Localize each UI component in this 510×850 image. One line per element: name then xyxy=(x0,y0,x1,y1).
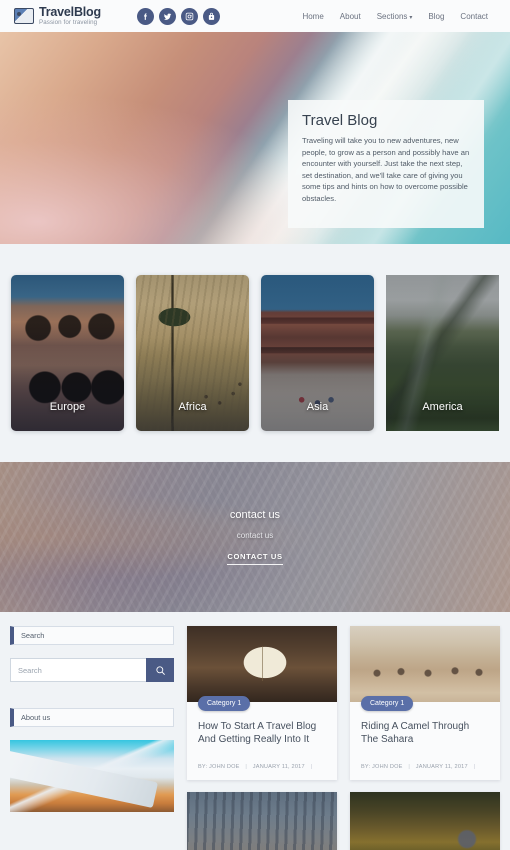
main-navigation: Home About Sections ▾ Blog Contact xyxy=(302,12,488,21)
facebook-icon[interactable] xyxy=(136,7,154,25)
destination-label: Asia xyxy=(306,401,329,413)
post-card[interactable] xyxy=(187,792,337,850)
chevron-down-icon: ▾ xyxy=(409,14,413,21)
brand-tagline: Passion for traveling xyxy=(39,18,98,26)
nav-item-sections[interactable]: Sections ▾ xyxy=(377,12,413,21)
brand-logo[interactable]: TravelBlog Passion for traveling xyxy=(14,6,101,26)
post-column-left: Category 1 How To Start A Travel Blog An… xyxy=(187,626,337,850)
camel-caravan-photo: Category 1 xyxy=(350,626,500,711)
destination-label: Africa xyxy=(178,401,207,413)
destination-card-america[interactable]: America xyxy=(386,275,499,431)
airplane-wing-photo xyxy=(10,740,174,812)
search-widget xyxy=(10,658,174,682)
blog-section: Search About us Category 1 How To Start … xyxy=(0,612,510,850)
nav-item-home[interactable]: Home xyxy=(302,12,323,21)
sidebar: Search About us xyxy=(10,626,174,850)
nav-item-contact[interactable]: Contact xyxy=(460,12,488,21)
post-card[interactable] xyxy=(350,792,500,850)
journal-photo: Category 1 xyxy=(187,626,337,711)
post-author: BY: JOHN DOE xyxy=(198,764,240,771)
destination-label: Europe xyxy=(49,401,86,413)
post-column-right: Category 1 Riding A Camel Through The Sa… xyxy=(350,626,500,850)
destination-card-africa[interactable]: Africa xyxy=(136,275,249,431)
logo-image-icon xyxy=(14,7,34,24)
forest-photo xyxy=(350,792,500,850)
destination-cards: Europe Africa Asia America xyxy=(0,244,510,462)
category-badge[interactable]: Category 1 xyxy=(361,696,414,711)
hero-text-card: Travel Blog Traveling will take you to n… xyxy=(288,100,484,228)
hero-title: Travel Blog xyxy=(302,112,378,129)
destination-label: America xyxy=(422,401,463,413)
youtube-icon[interactable] xyxy=(202,7,220,25)
category-badge[interactable]: Category 1 xyxy=(198,696,251,711)
contact-subheading: contact us xyxy=(236,531,274,540)
destination-card-asia[interactable]: Asia xyxy=(261,275,374,431)
post-meta: BY: JOHN DOE | JANUARY 11, 2017 | xyxy=(198,764,313,771)
nav-item-about[interactable]: About xyxy=(340,12,361,21)
destination-card-europe[interactable]: Europe xyxy=(11,275,124,431)
post-author: BY: JOHN DOE xyxy=(361,764,403,771)
post-date: JANUARY 11, 2017 xyxy=(252,764,305,771)
hero-description: Traveling will take you to new adventure… xyxy=(302,136,470,203)
post-meta: BY: JOHN DOE | JANUARY 11, 2017 | xyxy=(361,764,476,771)
instagram-icon[interactable] xyxy=(180,7,198,25)
hero-section: Travel Blog Traveling will take you to n… xyxy=(0,32,510,244)
post-card[interactable]: Category 1 How To Start A Travel Blog An… xyxy=(187,626,337,781)
search-input[interactable] xyxy=(10,658,146,682)
contact-heading: contact us xyxy=(229,509,281,521)
search-widget-title: Search xyxy=(10,626,174,645)
post-title[interactable]: How To Start A Travel Blog And Getting R… xyxy=(198,720,326,746)
search-button[interactable] xyxy=(146,658,174,682)
contact-section: contact us contact us CONTACT US xyxy=(0,462,510,612)
social-links xyxy=(136,7,220,25)
twitter-icon[interactable] xyxy=(158,7,176,25)
post-grid: Category 1 How To Start A Travel Blog An… xyxy=(187,626,500,850)
contact-us-button[interactable]: CONTACT US xyxy=(227,552,283,565)
about-widget-title: About us xyxy=(10,708,174,727)
post-card[interactable]: Category 1 Riding A Camel Through The Sa… xyxy=(350,626,500,781)
nav-item-blog[interactable]: Blog xyxy=(428,12,444,21)
post-date: JANUARY 11, 2017 xyxy=(415,764,468,771)
train-tracks-photo xyxy=(187,792,337,850)
site-header: TravelBlog Passion for traveling Home Ab… xyxy=(0,0,510,32)
post-title[interactable]: Riding A Camel Through The Sahara xyxy=(361,720,489,746)
brand-name: TravelBlog xyxy=(39,4,101,19)
magnifier-icon xyxy=(155,665,165,675)
